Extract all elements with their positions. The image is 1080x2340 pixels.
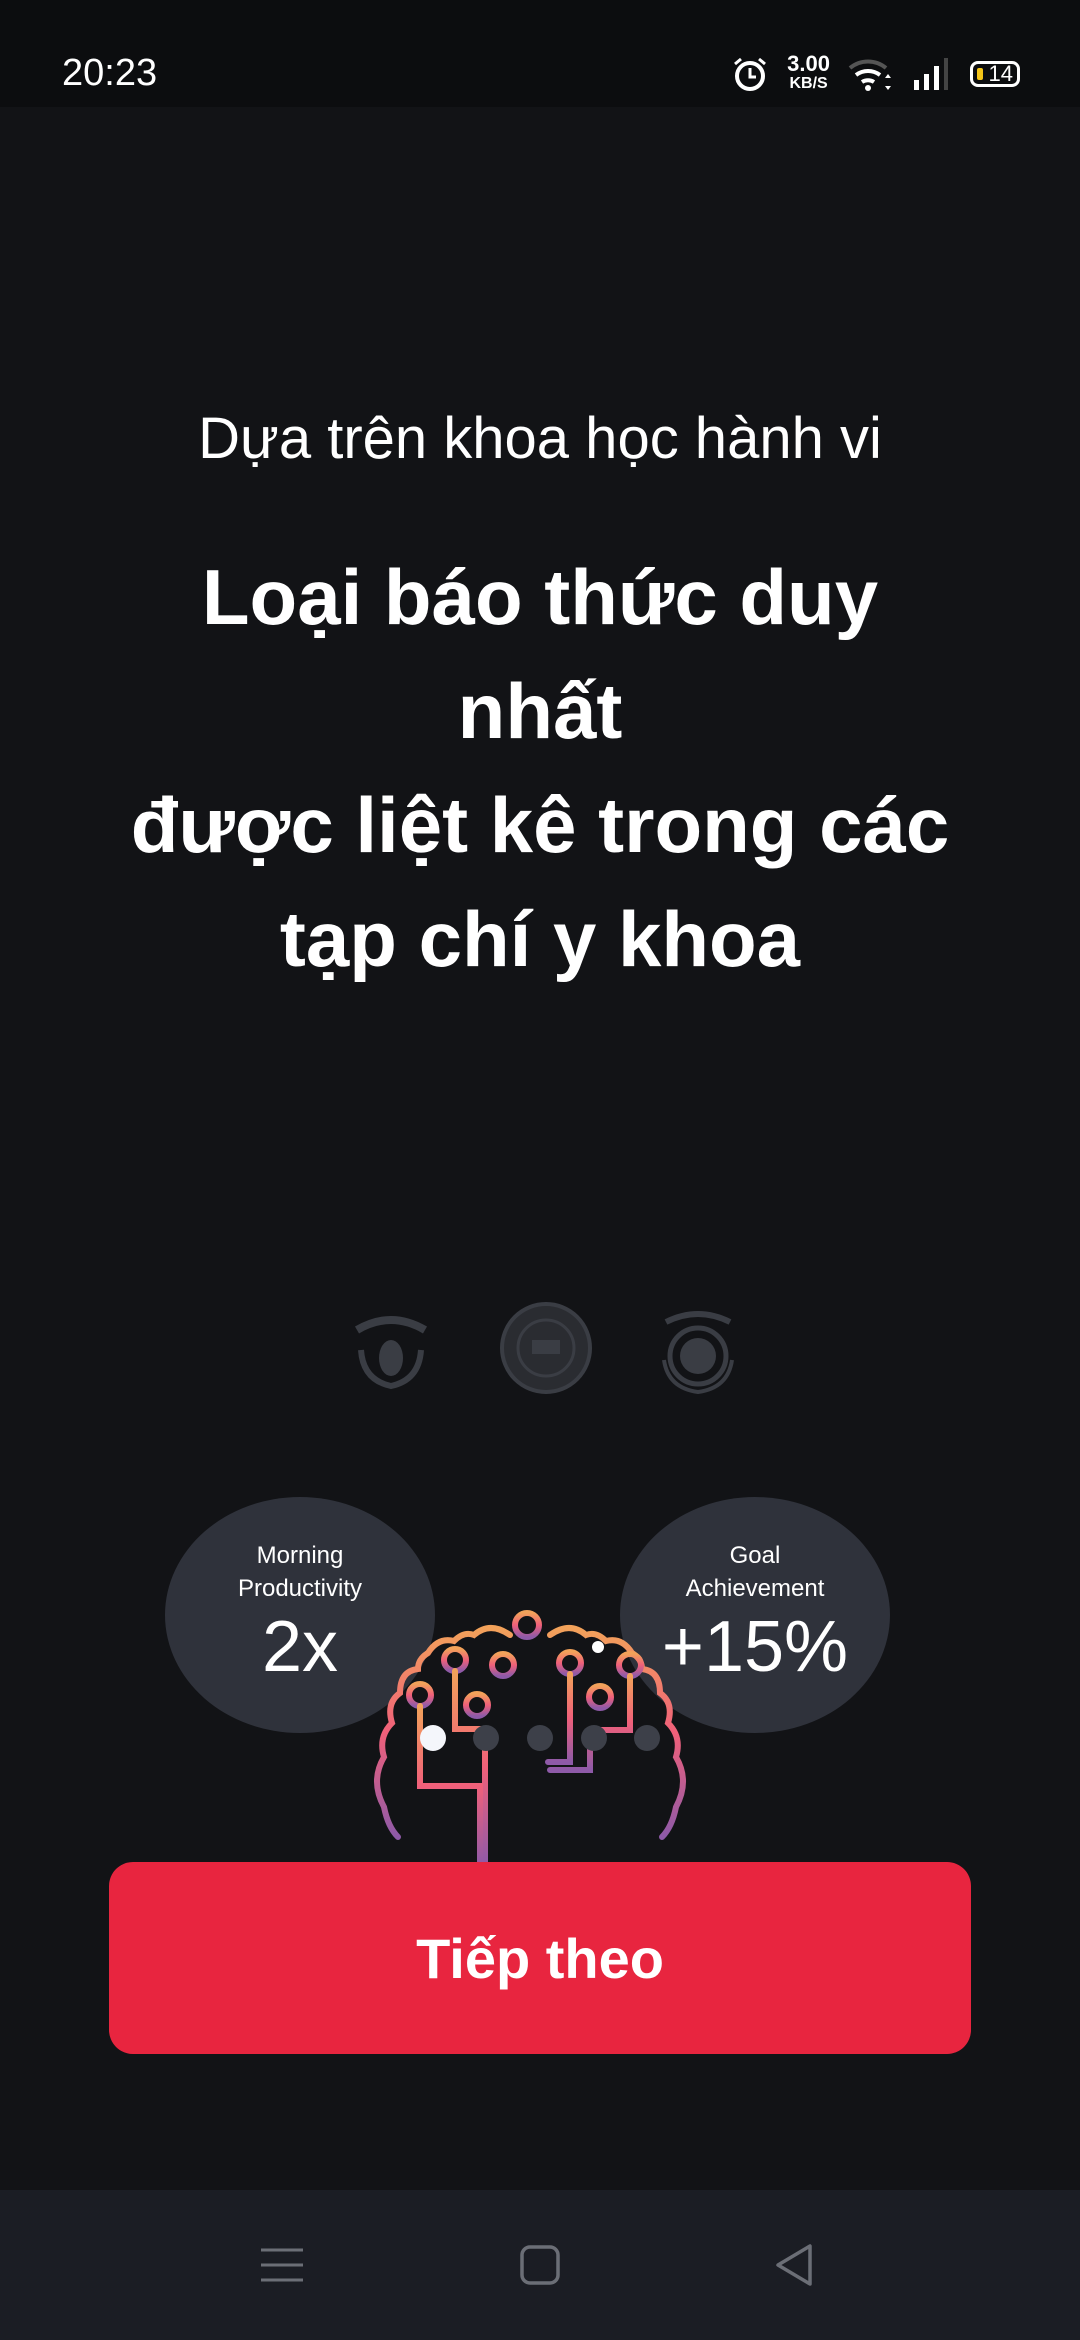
status-bar: 20:23 3.00 KB/S 14 [0, 0, 1080, 107]
pagination-dot[interactable] [634, 1725, 660, 1751]
stat-label: Goal Achievement [685, 1542, 825, 1602]
university-logos [0, 1300, 1080, 1400]
state-college-seal-logo [662, 1311, 734, 1395]
page-title: Loại báo thức duy nhất được liệt kê tron… [130, 553, 950, 983]
pagination-dot[interactable] [581, 1725, 607, 1751]
back-triangle-icon[interactable] [770, 2240, 820, 2290]
battery-icon: 14 [970, 61, 1020, 87]
status-time: 20:23 [62, 52, 158, 94]
university-seal-logo [354, 1316, 428, 1390]
system-nav-bar [0, 2190, 1080, 2340]
menu-icon[interactable] [257, 2240, 307, 2290]
hanyang-university-seal-logo [500, 1302, 592, 1394]
pagination-dots [0, 1725, 1080, 1753]
pagination-dot[interactable] [473, 1725, 499, 1751]
alarm-icon [734, 57, 767, 91]
stat-label: Morning Productivity [237, 1542, 363, 1602]
subtitle: Dựa trên khoa học hành vi [198, 406, 882, 471]
home-square-icon[interactable] [515, 2240, 565, 2290]
pagination-dot-active[interactable] [420, 1725, 446, 1751]
pagination-dot[interactable] [527, 1725, 553, 1751]
network-speed: 3.00 KB/S [787, 51, 830, 93]
signal-icon [914, 58, 948, 90]
wifi-icon [848, 59, 891, 91]
next-button[interactable]: Tiếp theo [109, 1862, 971, 2054]
